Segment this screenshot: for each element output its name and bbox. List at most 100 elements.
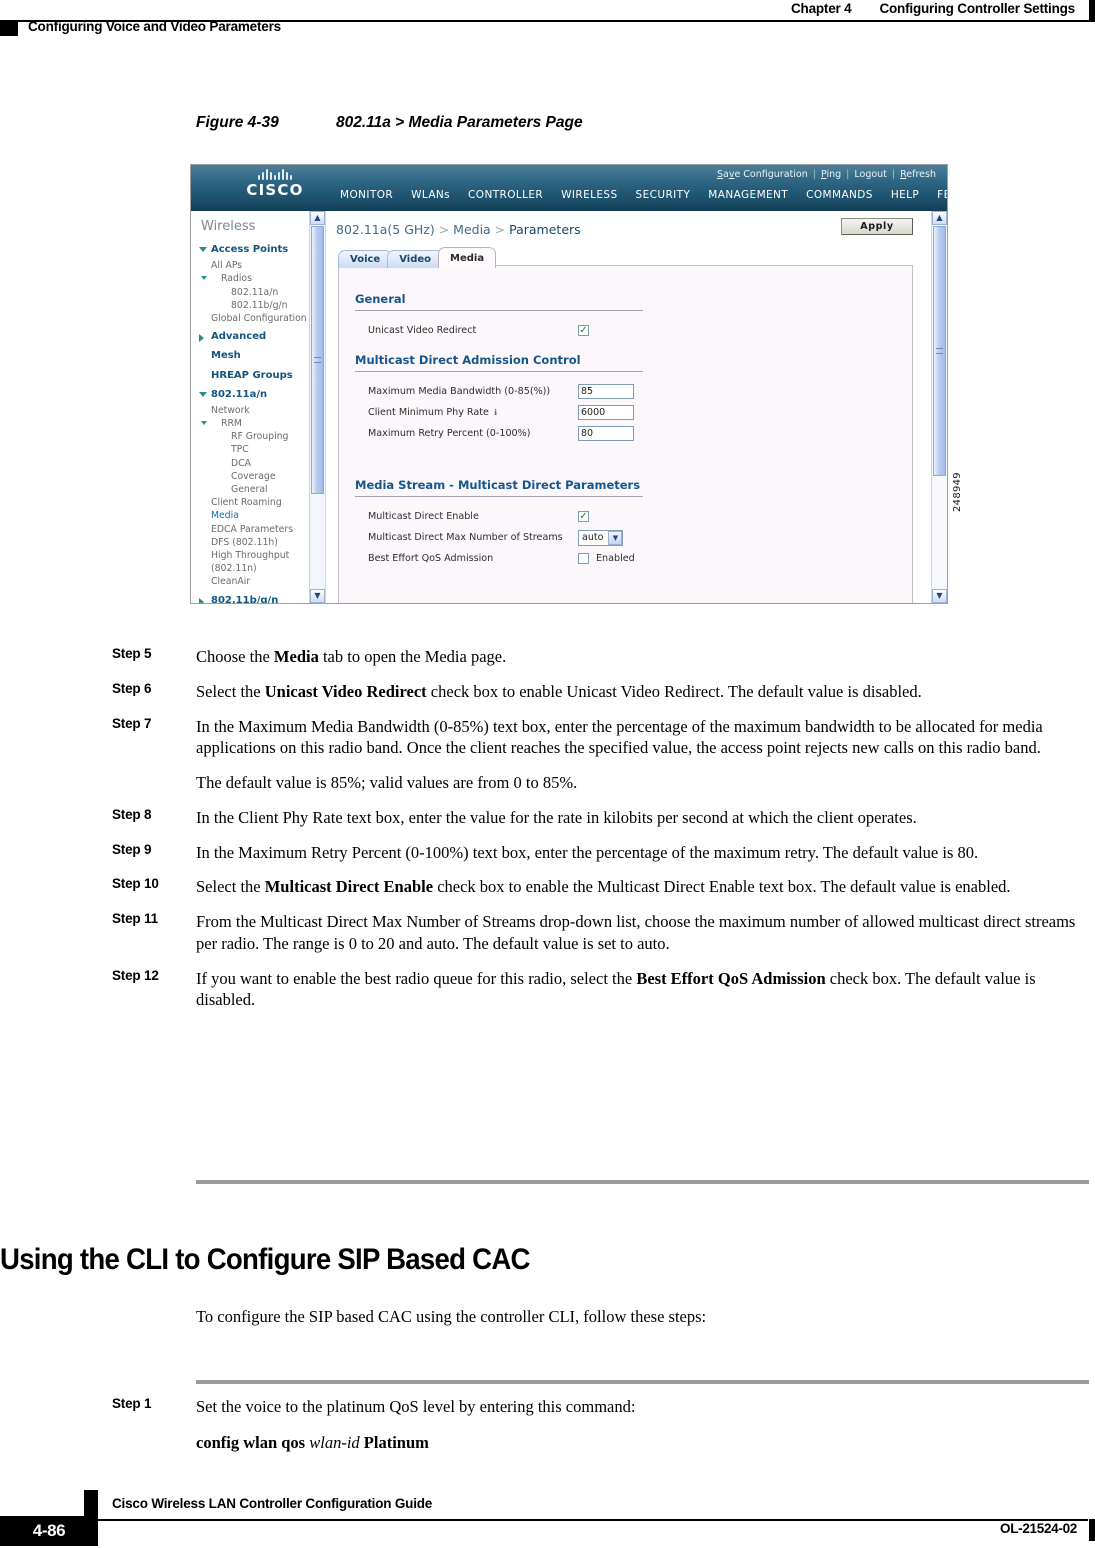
step-12: Step 12 If you want to enable the best r…	[0, 968, 1095, 1012]
step-5-part-3: tab to open the Media page.	[318, 647, 507, 666]
step-10: Step 10 Select the Multicast Direct Enab…	[0, 876, 1095, 898]
label-best-effort-enabled: Enabled	[596, 553, 635, 564]
step-6-part-2: Unicast Video Redirect	[264, 681, 427, 701]
sidebar-item-edca-parameters[interactable]: EDCA Parameters	[199, 523, 325, 536]
app-body: Wireless Access Points All APs Radios 80…	[191, 211, 947, 603]
checkbox-unicast-video-redirect[interactable]: ✓	[578, 325, 589, 336]
sidebar-nav-tree: Access Points All APs Radios 802.11a/n 8…	[199, 243, 325, 603]
nav-controller[interactable]: CONTROLLER	[459, 189, 552, 211]
step-6-text: Select the Unicast Video Redirect check …	[196, 681, 1090, 703]
nav-security[interactable]: SECURITY	[627, 189, 700, 211]
sidebar-item-radios[interactable]: Radios	[199, 272, 325, 285]
sidebar-item-high-throughput-cont[interactable]: (802.11n)	[199, 562, 325, 575]
select-multicast-direct-max-streams[interactable]: auto ▼	[578, 529, 624, 546]
sidebar-item-80211bgn[interactable]: 802.11b/g/n	[199, 594, 325, 604]
tab-media[interactable]: Media	[438, 247, 497, 268]
scrollbar-grip-icon	[314, 357, 321, 363]
sidebar-item-coverage[interactable]: Coverage	[199, 470, 325, 483]
sidebar-label-80211bgn: 802.11b/g/n	[211, 594, 279, 604]
sidebar-item-client-roaming[interactable]: Client Roaming	[199, 496, 325, 509]
checkbox-multicast-direct-enable[interactable]: ✓	[578, 511, 589, 522]
nav-wireless[interactable]: WIRELESS	[552, 189, 626, 215]
sidebar-item-general[interactable]: General	[199, 483, 325, 496]
step-10-part-1: Select the	[196, 877, 265, 897]
step-9-text: In the Maximum Retry Percent (0-100%) te…	[196, 842, 979, 862]
apply-button[interactable]: Apply	[841, 218, 913, 235]
sidebar-item-mesh[interactable]: Mesh	[199, 349, 325, 363]
scroll-down-icon[interactable]: ▼	[932, 589, 947, 603]
info-icon[interactable]: ℹ	[494, 408, 497, 417]
nav-help[interactable]: HELP	[882, 189, 928, 211]
nav-management[interactable]: MANAGEMENT	[699, 189, 797, 211]
sidebar-scrollbar[interactable]: ▲ ▼	[309, 211, 325, 603]
sidebar-item-cleanair[interactable]: CleanAir	[199, 575, 325, 588]
section-title-media-stream: Media Stream - Multicast Direct Paramete…	[355, 478, 641, 492]
select-value-multicast-direct-max-streams: auto	[582, 532, 604, 543]
tab-voice[interactable]: Voice	[338, 250, 393, 268]
input-maximum-retry-percent[interactable]: 80	[578, 426, 634, 441]
content-scrollbar[interactable]: ▲ ▼	[931, 211, 947, 603]
sidebar-item-rrm[interactable]: RRM	[199, 417, 325, 430]
sidebar-item-dca[interactable]: DCA	[199, 457, 325, 470]
step-6-part-3: check box to enable Unicast Video Redire…	[426, 681, 922, 701]
breadcrumb-sep-1: >	[434, 222, 454, 237]
field-row-multicast-direct-enable: Multicast Direct Enable ✓	[368, 506, 912, 527]
sidebar-item-tpc[interactable]: TPC	[199, 443, 325, 456]
step-10-part-3: check box to enable the Multicast Direct…	[433, 877, 1011, 897]
refresh-link[interactable]: Refresh	[897, 169, 939, 180]
sidebar-item-radio-80211an[interactable]: 802.11a/n	[199, 286, 325, 299]
sidebar-item-high-throughput[interactable]: High Throughput	[199, 549, 325, 562]
section-title-multicast-direct-admission-control: Multicast Direct Admission Control	[355, 353, 581, 367]
step-7-label: Step 7	[112, 715, 152, 731]
figure-caption: Figure 4-39 802.11a > Media Parameters Pa…	[196, 114, 583, 132]
content-scrollbar-thumb[interactable]	[933, 226, 946, 476]
step-8-text: In the Client Phy Rate text box, enter t…	[196, 807, 917, 827]
ping-link[interactable]: Ping	[818, 169, 844, 180]
chevron-right-icon	[199, 597, 204, 603]
sidebar-item-hreap-groups[interactable]: HREAP Groups	[199, 369, 325, 383]
chevron-down-icon	[201, 276, 207, 281]
sidebar-item-rf-grouping[interactable]: RF Grouping	[199, 430, 325, 443]
sidebar-item-media[interactable]: Media	[199, 509, 325, 522]
chevron-down-icon[interactable]: ▼	[608, 530, 623, 545]
nav-monitor[interactable]: MONITOR	[331, 189, 402, 211]
step-10-text: Select the Multicast Direct Enable check…	[196, 876, 1090, 898]
cisco-logo: CISCO	[227, 169, 323, 199]
step-11-text: From the Multicast Direct Max Number of …	[196, 912, 1076, 953]
sidebar-item-global-configuration[interactable]: Global Configuration	[199, 312, 325, 325]
sidebar-item-80211an[interactable]: 802.11a/n	[199, 388, 325, 402]
scroll-up-icon[interactable]: ▲	[932, 211, 947, 225]
scroll-down-icon[interactable]: ▼	[310, 589, 325, 603]
sidebar-item-access-points[interactable]: Access Points	[199, 243, 325, 257]
footer-page-number: 4-86	[0, 1516, 98, 1546]
input-client-minimum-phy-rate[interactable]: 6000	[578, 405, 634, 420]
save-configuration-link[interactable]: Save Configuration	[714, 169, 811, 180]
sidebar-item-dfs[interactable]: DFS (802.11h)	[199, 536, 325, 549]
checkbox-best-effort-qos-admission[interactable]	[578, 553, 589, 564]
logout-link[interactable]: Logout	[851, 169, 890, 180]
step-7-text: In the Maximum Media Bandwidth (0-85%) t…	[196, 716, 1043, 758]
sidebar-item-all-aps[interactable]: All APs	[199, 259, 325, 272]
breadcrumb-part-1: 802.11a(5 GHz)	[336, 222, 435, 237]
sidebar-item-radio-80211bgn[interactable]: 802.11b/g/n	[199, 299, 325, 312]
app-top-bar: CISCO Save Configuration | Ping | Logout | Ref…	[191, 165, 947, 215]
nav-feedback[interactable]: FEEDBACK	[928, 189, 947, 211]
figure-number: Figure 4-39	[196, 114, 279, 131]
scroll-up-icon[interactable]: ▲	[310, 211, 325, 225]
step-8-label: Step 8	[112, 806, 152, 822]
sidebar-scrollbar-thumb[interactable]	[311, 226, 324, 494]
tab-video[interactable]: Video	[387, 250, 444, 268]
sidebar-label-hreap-groups: HREAP Groups	[211, 369, 293, 381]
footer-left-marker	[84, 1490, 98, 1516]
step-10-label: Step 10	[112, 876, 159, 892]
header-chapter: Chapter 4 Configuring Controller Settings	[791, 1, 1075, 16]
scrollbar-grip-icon	[936, 348, 943, 354]
figure-screenshot: CISCO Save Configuration | Ping | Logout | Ref…	[190, 164, 948, 604]
breadcrumb-part-2: Media	[453, 222, 491, 237]
procedure-end-rule	[196, 1180, 1089, 1184]
sidebar-item-advanced[interactable]: Advanced	[199, 330, 325, 344]
nav-wlans[interactable]: WLANs	[402, 189, 459, 211]
nav-commands[interactable]: COMMANDS	[797, 189, 882, 211]
input-maximum-media-bandwidth[interactable]: 85	[578, 384, 634, 399]
sidebar-item-network[interactable]: Network	[199, 404, 325, 417]
